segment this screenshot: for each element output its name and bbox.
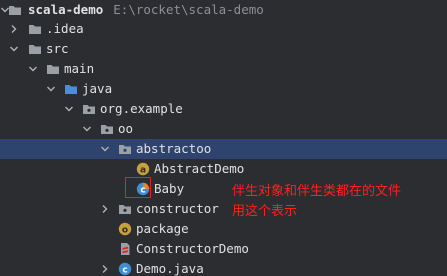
chevron-right-icon[interactable] [100, 259, 110, 276]
folder-icon [28, 42, 42, 56]
chevron-down-icon[interactable] [82, 119, 92, 139]
tree-label-demo-java: Demo.java [136, 261, 204, 276]
tree-row-main[interactable]: main [0, 59, 447, 79]
chevron-down-icon[interactable] [64, 99, 74, 119]
package-folder-icon [100, 122, 114, 136]
scala-package-object-icon: o [118, 222, 132, 236]
tree-label-package: package [136, 221, 189, 236]
tree-row-abstract-demo[interactable]: a AbstractDemo [0, 159, 447, 179]
package-folder-icon [118, 142, 132, 156]
tree-row-demo-java[interactable]: c Demo.java [0, 259, 447, 276]
folder-icon [8, 3, 22, 17]
project-path: E:\rocket\scala-demo [113, 2, 264, 17]
java-class-icon: c [118, 262, 132, 276]
tree-label-constructor-demo: ConstructorDemo [136, 241, 249, 256]
chevron-down-icon[interactable] [100, 139, 110, 159]
chevron-down-icon[interactable] [46, 79, 56, 99]
package-folder-icon [82, 102, 96, 116]
tree-label-abstractoo: abstractoo [136, 141, 212, 156]
chevron-down-icon[interactable] [9, 39, 19, 59]
chevron-down-icon[interactable] [28, 59, 38, 79]
tree-label-src: src [46, 41, 69, 56]
tree-label-idea: .idea [46, 21, 84, 36]
tree-row-org-example[interactable]: org.example [0, 99, 447, 119]
tree-row-idea[interactable]: .idea [0, 19, 447, 39]
project-name: scala-demo [28, 2, 104, 17]
tree-row-abstractoo[interactable]: abstractoo [0, 139, 447, 159]
package-folder-icon [118, 202, 132, 216]
tree-row-src[interactable]: src [0, 39, 447, 59]
folder-icon [46, 62, 60, 76]
tree-label-constructor: constructor [136, 201, 219, 216]
tree-label-abstract-demo: AbstractDemo [154, 161, 245, 176]
svg-text:a: a [140, 165, 146, 175]
annotation-highlight-box [125, 177, 151, 198]
annotation-line-2: 用这个表示 [232, 204, 298, 219]
chevron-right-icon[interactable] [100, 199, 110, 219]
tree-row-root[interactable]: scala-demo E:\rocket\scala-demo [0, 0, 447, 20]
tree-label-org-example: org.example [100, 101, 183, 116]
tree-row-package[interactable]: o package [0, 219, 447, 239]
svg-text:o: o [122, 225, 128, 235]
folder-icon [28, 22, 42, 36]
tree-row-constructor-demo[interactable]: ConstructorDemo [0, 239, 447, 259]
tree-label-java: java [82, 81, 113, 96]
svg-text:c: c [122, 265, 127, 275]
project-tree: scala-demo E:\rocket\scala-demo .idea src… [0, 0, 447, 276]
tree-label-oo: oo [118, 121, 134, 136]
tree-row-java[interactable]: java [0, 79, 447, 99]
chevron-right-icon[interactable] [9, 19, 19, 39]
tree-label-main: main [64, 61, 95, 76]
scala-abstract-class-icon: a [136, 162, 150, 176]
tree-label-baby: Baby [154, 181, 185, 196]
annotation-text: 伴生对象和伴生类都在的文件 用这个表示 [232, 182, 442, 222]
source-folder-icon [64, 82, 78, 96]
annotation-line-1: 伴生对象和伴生类都在的文件 [232, 184, 402, 199]
tree-row-oo[interactable]: oo [0, 119, 447, 139]
scala-file-icon [118, 242, 132, 256]
